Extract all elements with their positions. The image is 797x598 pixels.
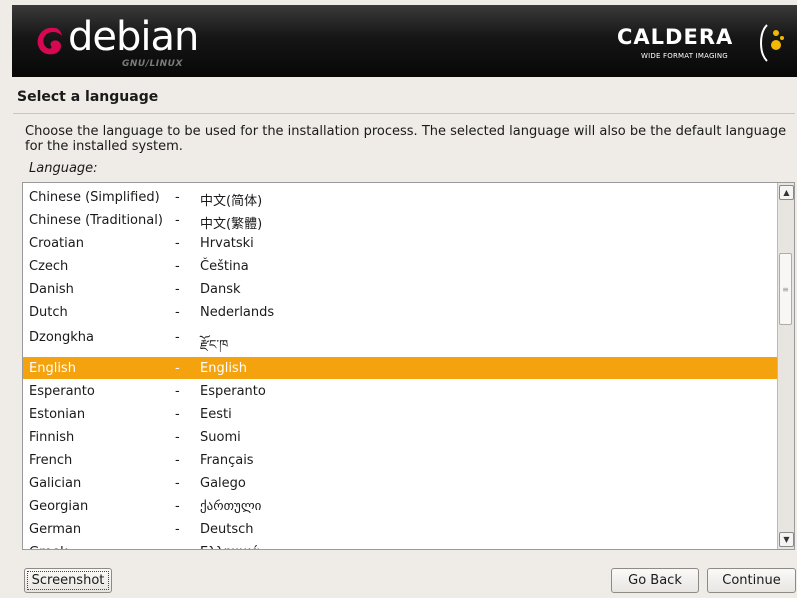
language-native-name: Deutsch: [200, 522, 254, 537]
language-name: Dutch: [29, 305, 68, 320]
language-name: Chinese (Simplified): [29, 190, 160, 205]
language-native-name: Nederlands: [200, 305, 275, 320]
divider: [13, 113, 795, 114]
language-native-name: Ελληνικά: [200, 545, 260, 549]
language-native-name: Eesti: [200, 407, 232, 422]
go-back-button[interactable]: Go Back: [611, 568, 699, 593]
language-name: Dzongkha: [29, 330, 95, 345]
language-separator: -: [175, 545, 180, 549]
list-item[interactable]: Georgian - ქართული: [23, 495, 779, 517]
list-item[interactable]: Dutch - Nederlands: [23, 301, 779, 323]
caldera-mark-icon: [760, 24, 784, 62]
language-native-name: Galego: [200, 476, 246, 491]
language-native-name: 中文(繁體): [200, 217, 263, 232]
language-separator: -: [175, 190, 180, 205]
list-item[interactable]: Finnish - Suomi: [23, 426, 779, 448]
language-separator: -: [175, 430, 180, 445]
list-item[interactable]: Galician - Galego: [23, 472, 779, 494]
language-name: Chinese (Traditional): [29, 213, 163, 228]
language-name: English: [29, 361, 76, 376]
language-separator: -: [175, 361, 180, 376]
list-item-selected[interactable]: English - English: [23, 357, 779, 379]
language-name: Finnish: [29, 430, 75, 445]
language-list[interactable]: Chinese (Simplified) - 中文(简体) Chinese (Trad…: [22, 182, 795, 550]
continue-button[interactable]: Continue: [707, 568, 796, 593]
language-native-name: Hrvatski: [200, 236, 254, 251]
gnu-linux-subtitle: GNU/LINUX: [122, 59, 183, 69]
language-native-name: Čeština: [200, 259, 249, 274]
language-name: Estonian: [29, 407, 86, 422]
debian-logo-text: debian: [68, 14, 199, 60]
language-separator: -: [175, 522, 180, 537]
language-separator: -: [175, 499, 180, 514]
screenshot-button-label: Screenshot: [27, 571, 109, 590]
scroll-down-button[interactable]: ▼: [779, 532, 794, 547]
list-item[interactable]: Croatian - Hrvatski: [23, 232, 779, 254]
caldera-logo-text: CALDERA: [617, 25, 734, 49]
language-native-name: Français: [200, 453, 254, 468]
language-native-name: ქართული: [200, 499, 262, 514]
list-item[interactable]: Czech - Čeština: [23, 255, 779, 277]
language-name: Greek: [29, 545, 68, 549]
screenshot-button[interactable]: Screenshot: [24, 568, 112, 593]
language-native-name: Suomi: [200, 430, 241, 445]
page-title: Select a language: [17, 89, 159, 105]
language-name: Georgian: [29, 499, 89, 514]
list-item[interactable]: Danish - Dansk: [23, 278, 779, 300]
language-separator: -: [175, 259, 180, 274]
list-item[interactable]: French - Français: [23, 449, 779, 471]
language-separator: -: [175, 384, 180, 399]
caldera-tagline: WIDE FORMAT IMAGING: [641, 52, 728, 60]
list-item[interactable]: Esperanto - Esperanto: [23, 380, 779, 402]
scroll-up-button[interactable]: ▲: [779, 185, 794, 200]
language-native-name: Esperanto: [200, 384, 266, 399]
language-name: German: [29, 522, 82, 537]
language-separator: -: [175, 407, 180, 422]
language-name: Czech: [29, 259, 69, 274]
list-item[interactable]: Chinese (Simplified) - 中文(简体): [23, 186, 779, 209]
installer-banner: debian GNU/LINUX CALDERA WIDE FORMAT IMA…: [12, 5, 797, 77]
language-name: Galician: [29, 476, 82, 491]
debian-swirl-icon: [37, 27, 62, 55]
language-separator: -: [175, 282, 180, 297]
caldera-logo: CALDERA WIDE FORMAT IMAGING: [617, 17, 787, 69]
list-item[interactable]: Dzongkha - རྫོང་ཁ: [23, 326, 779, 353]
language-separator: -: [175, 213, 180, 228]
language-separator: -: [175, 305, 180, 320]
list-item[interactable]: German - Deutsch: [23, 518, 779, 540]
language-field-label: Language:: [29, 161, 98, 176]
language-name: Croatian: [29, 236, 84, 251]
language-name: French: [29, 453, 73, 468]
language-name: Esperanto: [29, 384, 95, 399]
language-native-name: English: [200, 361, 247, 376]
language-separator: -: [175, 453, 180, 468]
language-separator: -: [175, 236, 180, 251]
list-scrollbar[interactable]: ▲ ≡ ▼: [777, 183, 794, 549]
language-native-name: 中文(简体): [200, 194, 263, 209]
list-item[interactable]: Greek - Ελληνικά: [23, 541, 779, 549]
list-item[interactable]: Chinese (Traditional) - 中文(繁體): [23, 209, 779, 232]
list-item[interactable]: Estonian - Eesti: [23, 403, 779, 425]
language-name: Danish: [29, 282, 74, 297]
scroll-thumb[interactable]: ≡: [779, 253, 792, 325]
language-separator: -: [175, 476, 180, 491]
language-separator: -: [175, 330, 180, 345]
language-native-name: Dansk: [200, 282, 241, 297]
page-description: Choose the language to be used for the i…: [25, 124, 787, 154]
